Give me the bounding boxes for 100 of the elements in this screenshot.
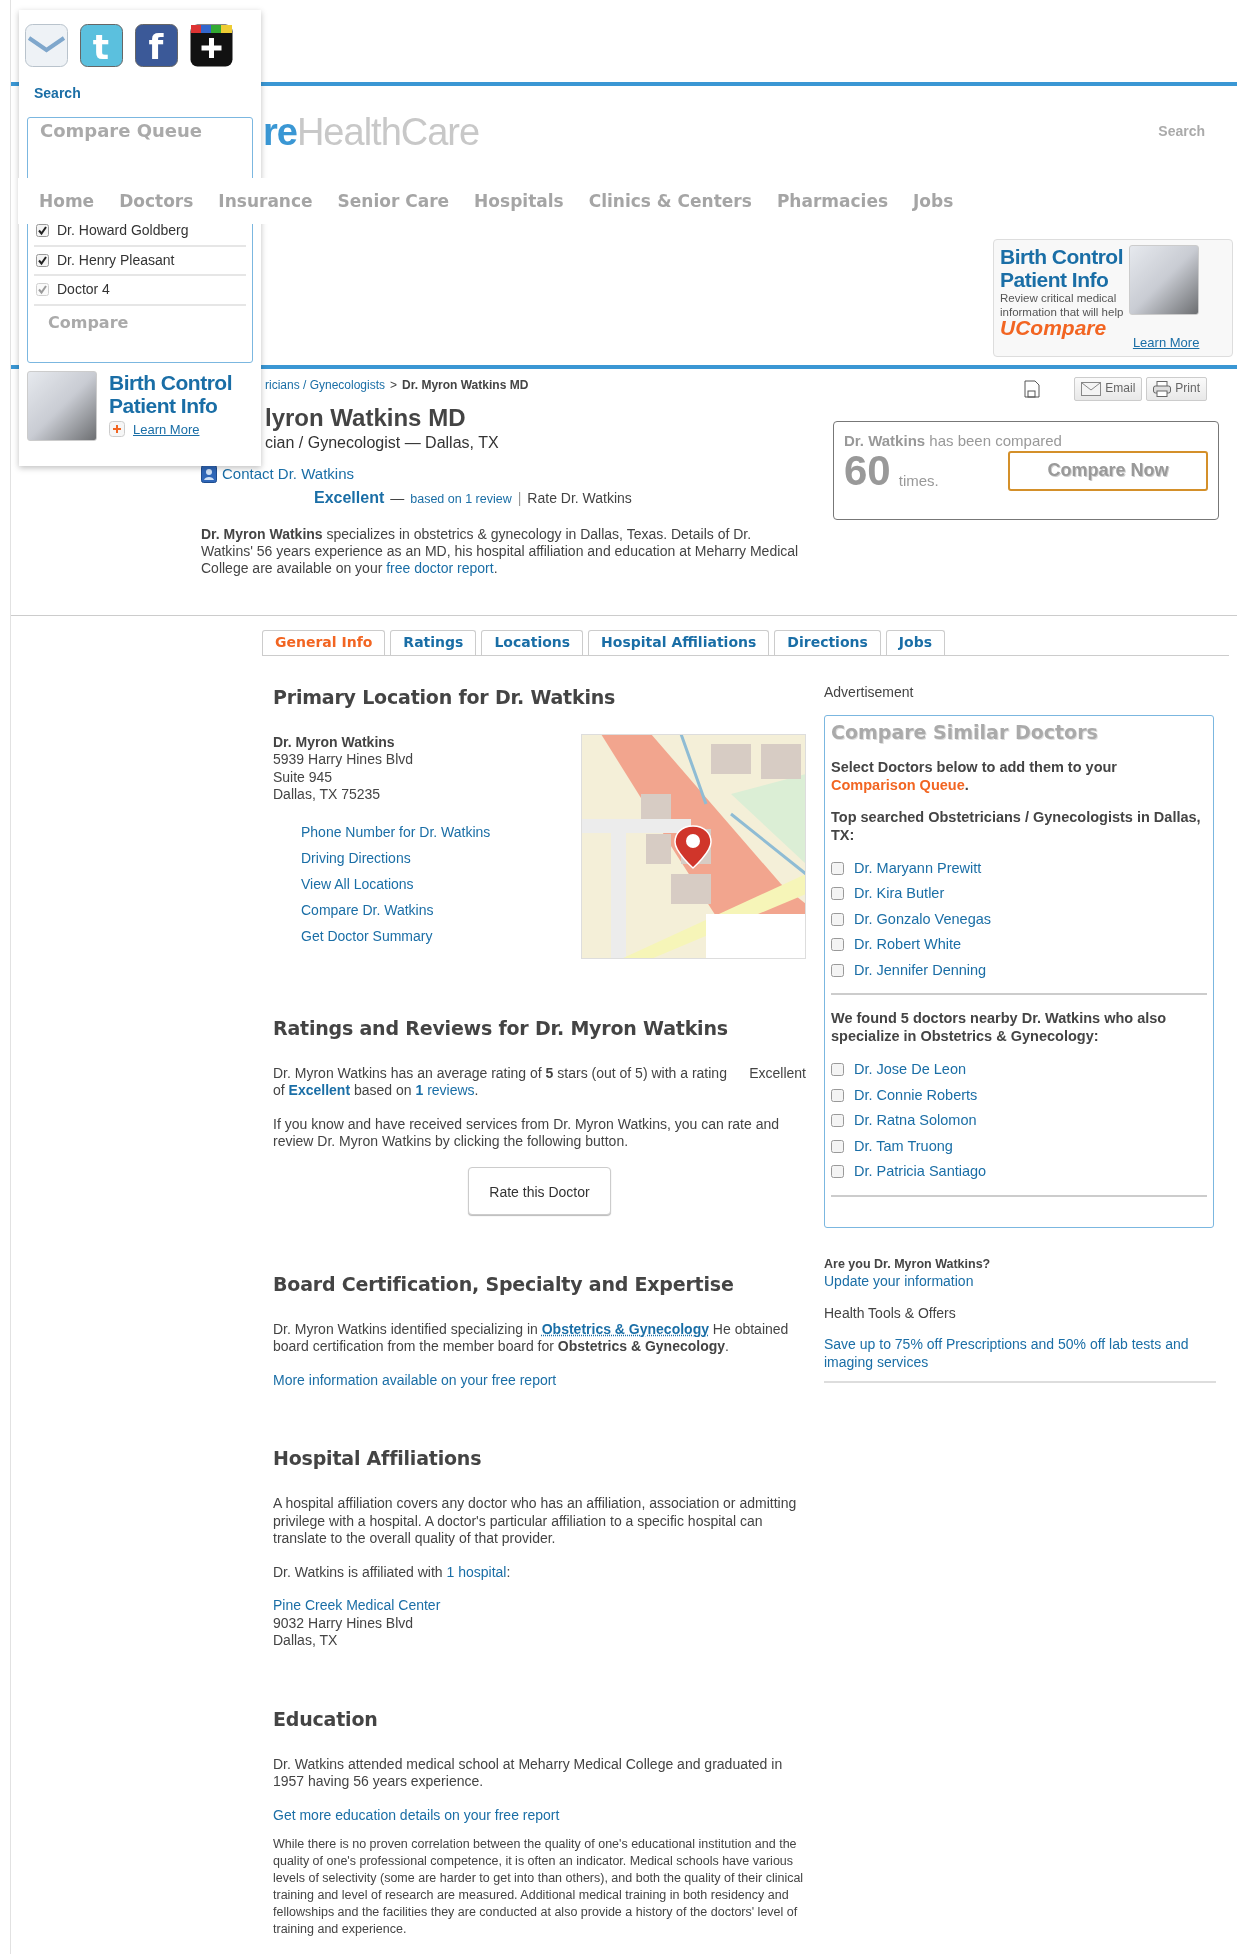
letter-f-icon: f — [135, 24, 178, 67]
checkbox[interactable] — [831, 912, 844, 926]
checkbox[interactable] — [831, 887, 844, 901]
tab[interactable]: Locations — [481, 630, 584, 655]
panel-title: Compare Similar Doctors — [831, 724, 1099, 742]
location-link[interactable]: View All Locations — [301, 875, 491, 893]
location-link[interactable]: Driving Directions — [301, 849, 491, 867]
ad-title[interactable]: Birth Control Patient Info — [109, 370, 232, 417]
link[interactable]: Obstetrics & Gynecology — [541, 1320, 709, 1337]
rating-prompt: If you know and have received services from Dr. Myron Watkins, you can rate and review Dr. Myron Watkins by clicking the following button. — [273, 1115, 781, 1151]
learn-more-link[interactable]: Learn More — [133, 420, 200, 438]
queue-item-label: Dr. Howard Goldberg — [57, 222, 189, 240]
checkbox[interactable] — [831, 861, 844, 875]
doctor-link[interactable]: Dr. Maryann Prewitt — [854, 859, 982, 877]
doctor-link[interactable]: Dr. Ratna Solomon — [854, 1112, 977, 1130]
location-link[interactable]: Get Doctor Summary — [301, 927, 491, 945]
ad-brand: UCompare — [1000, 319, 1107, 337]
doctor-link[interactable]: Dr. Jose De Leon — [854, 1061, 967, 1079]
compare-count-text: Dr. Watkins has been compared — [844, 431, 1063, 449]
ad-description: Review critical medical information that will help — [1000, 291, 1124, 319]
doctor-link[interactable]: Dr. Gonzalo Venegas — [854, 910, 992, 928]
document-icon — [1024, 379, 1041, 398]
compare-now-button[interactable]: Compare Now — [1008, 451, 1208, 491]
board-text: Dr. Myron Watkins identified specializing in Obstetrics & Gynecology He obtained board certification from the member board for Obstetrics & Gynecology. — [273, 1320, 790, 1356]
reviews-link[interactable]: based on 1 review — [410, 490, 512, 508]
plus-icon — [109, 421, 125, 438]
rate-doctor-button[interactable]: Rate this Doctor — [468, 1166, 611, 1215]
link[interactable]: free doctor report — [386, 560, 494, 576]
checkbox[interactable] — [831, 1139, 844, 1153]
affiliation-text: Dr. Watkins is affiliated with 1 hospital: — [273, 1563, 512, 1581]
checkbox[interactable] — [831, 1088, 844, 1102]
checkbox[interactable] — [831, 1114, 844, 1128]
separator: | — [517, 489, 522, 507]
offer-link[interactable]: Save up to 75% off Prescriptions and 50% off lab tests and imaging services — [824, 1336, 1216, 1383]
checkbox[interactable] — [36, 224, 49, 238]
doctor-link[interactable]: Dr. Connie Roberts — [854, 1086, 978, 1104]
checkbox[interactable] — [36, 253, 49, 267]
hospital-link[interactable]: Pine Creek Medical Center — [273, 1597, 806, 1615]
photo-placeholder — [1129, 245, 1200, 315]
breadcrumb-link[interactable]: ricians / Gynecologists — [265, 378, 386, 392]
checkbox[interactable] — [831, 1063, 844, 1077]
compare-count: 60 — [844, 449, 891, 493]
checkbox[interactable] — [831, 938, 844, 952]
location-link[interactable]: Phone Number for Dr. Watkins — [301, 823, 491, 841]
breadcrumb-separator: > — [390, 378, 398, 392]
tab[interactable]: Jobs — [885, 630, 946, 655]
tab[interactable]: Directions — [774, 630, 881, 655]
checkbox[interactable] — [831, 963, 844, 977]
tab[interactable]: Ratings — [390, 630, 477, 655]
report-link[interactable]: More information available on your free report — [273, 1371, 557, 1388]
rate-link[interactable]: Rate Dr. Watkins — [527, 489, 632, 507]
link[interactable]: Excellent — [288, 1082, 351, 1098]
doctor-specialty: cian / Gynecologist — Dallas, TX — [265, 432, 499, 453]
section-heading: Hospital Affiliations — [273, 1447, 483, 1469]
ad-label: Advertisement — [824, 683, 915, 701]
doctor-summary: Dr. Myron Watkins specializes in obstetrics & gynecology in Dallas, Texas. Details of Dr. Watkins' 56 years experience as an MD, his hospital affiliation and education at Meharry Medical College are available on your free doctor report. — [201, 526, 800, 577]
rating-link[interactable]: Excellent — [314, 488, 385, 506]
claim-question: Are you Dr. Myron Watkins? — [824, 1255, 992, 1273]
hospital-intro: A hospital affiliation covers any doctor who has an affiliation, association or admitting privilege with a hospital. A doctor's particular affiliation to a specific hospital can translate to the overall quality of that provider. — [273, 1495, 798, 1548]
claim-link[interactable]: Update your information — [824, 1273, 1216, 1291]
tab[interactable]: Hospital Affiliations — [588, 630, 770, 655]
doctor-link[interactable]: Dr. Jennifer Denning — [854, 961, 987, 979]
location-link[interactable]: Compare Dr. Watkins — [301, 901, 491, 919]
group-heading: We found 5 doctors nearby Dr. Watkins who also specialize in Obstetrics & Gynecology: — [831, 1009, 1168, 1045]
dash: — — [390, 489, 405, 507]
section-heading: Education — [273, 1707, 379, 1730]
section-heading: Ratings and Reviews for Dr. Myron Watkins — [273, 1016, 729, 1039]
search-link[interactable]: Search — [34, 85, 81, 103]
address-text: Dr. Myron Watkins 5939 Harry Hines Blvd Suite 945 Dallas, TX 75235 — [273, 733, 415, 804]
envelope-icon — [1081, 381, 1102, 396]
doctor-link[interactable]: Dr. Kira Butler — [854, 885, 945, 903]
queue-title: Compare Queue — [40, 121, 204, 139]
education-link[interactable]: Get more education details on your free report — [273, 1806, 806, 1824]
printer-icon — [1153, 380, 1172, 397]
education-note: While there is no proven correlation between the quality of one's educational institution and the quality of one's professional competence, it is often an indicator. Medical schools have various levels of selectivity (some are harder to get into than others), and both the quality of their clinical training and level of research are measured. Additional medical training in both residency and fellowships and the facilities they are conducted at also provide a history of the doctors' level of training and experience. — [273, 1836, 805, 1938]
checkbox[interactable] — [831, 1165, 844, 1179]
email-button[interactable]: Email — [1074, 377, 1143, 401]
breadcrumb-current: Dr. Myron Watkins MD — [402, 378, 529, 392]
rating-link[interactable]: Excellent — [749, 1064, 806, 1116]
queue-item-label: Dr. Henry Pleasant — [57, 251, 175, 269]
doctor-link[interactable]: Dr. Robert White — [854, 936, 962, 954]
doctor-link[interactable]: Dr. Tam Truong — [854, 1137, 953, 1155]
section-heading: Primary Location for Dr. Watkins — [273, 685, 617, 708]
queue-item-label: Doctor 4 — [57, 281, 110, 299]
link[interactable]: 1 reviews — [415, 1082, 475, 1098]
photo-placeholder — [27, 370, 97, 441]
ad-banner[interactable]: Birth Control Patient Info Review critical medical information that will help UCompare Learn More — [993, 239, 1233, 357]
count-unit: times. — [898, 471, 939, 489]
education-text: Dr. Watkins attended medical school at Meharry Medical College and graduated in 1957 having 56 years experience. — [273, 1755, 784, 1791]
panel-instruction: Select Doctors below to add them to your Comparison Queue. — [831, 757, 1118, 794]
section-heading: Board Certification, Specialty and Expertise — [273, 1272, 735, 1295]
learn-more-link[interactable]: Learn More — [1132, 333, 1200, 351]
print-button[interactable]: Print — [1146, 377, 1207, 401]
tab[interactable]: General Info — [262, 630, 386, 655]
rating-summary: Dr. Myron Watkins has an average rating of 5 stars (out of 5) with a rating of Excellent based on 1 reviews. — [273, 1064, 728, 1100]
doctor-link[interactable]: Dr. Patricia Santiago — [854, 1163, 987, 1181]
group-heading: Top searched Obstetricians / Gynecologists in Dallas, TX: — [831, 807, 1202, 844]
hospital-address: 9032 Harry Hines Blvd Dallas, TX — [273, 1614, 415, 1650]
contact-link[interactable]: Contact Dr. Watkins — [222, 464, 354, 483]
link[interactable]: Comparison Queue — [831, 776, 965, 793]
